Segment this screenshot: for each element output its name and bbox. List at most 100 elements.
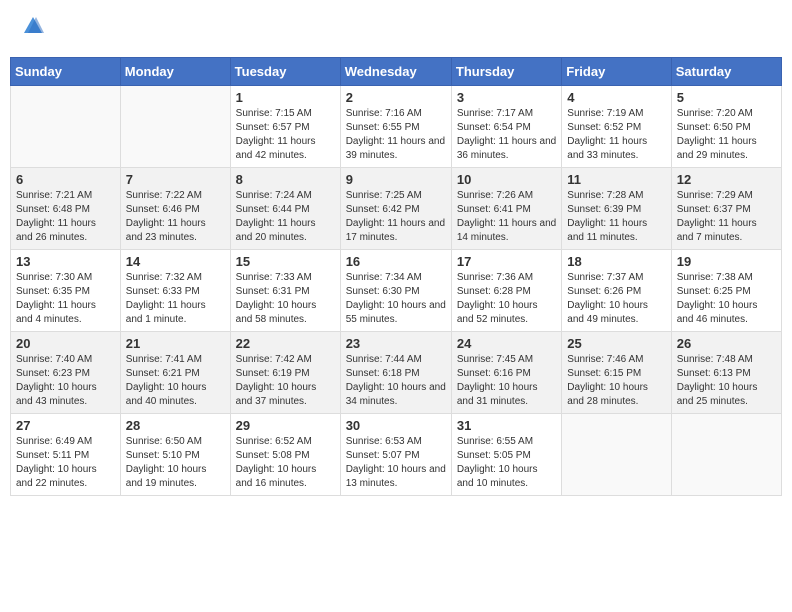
logo xyxy=(20,15,44,42)
day-number: 23 xyxy=(346,336,446,351)
calendar-cell: 2 Sunrise: 7:16 AM Sunset: 6:55 PM Daylig… xyxy=(340,86,451,168)
calendar-cell: 24 Sunrise: 7:45 AM Sunset: 6:16 PM Dayli… xyxy=(451,332,561,414)
calendar-week-row: 27 Sunrise: 6:49 AM Sunset: 5:11 PM Dayli… xyxy=(11,414,782,496)
calendar-cell: 13 Sunrise: 7:30 AM Sunset: 6:35 PM Dayli… xyxy=(11,250,121,332)
day-info: Sunrise: 6:52 AM Sunset: 5:08 PM Dayligh… xyxy=(236,435,335,491)
calendar-cell: 21 Sunrise: 7:41 AM Sunset: 6:21 PM Dayli… xyxy=(120,332,230,414)
column-header-sunday: Sunday xyxy=(11,58,121,86)
day-number: 1 xyxy=(236,90,335,105)
day-number: 19 xyxy=(677,254,776,269)
day-number: 3 xyxy=(457,90,556,105)
calendar-cell: 25Sunrise: 7:46 AM Sunset: 6:15 PM Dayli… xyxy=(562,332,671,414)
calendar-cell: 5 Sunrise: 7:20 AM Sunset: 6:50 PM Daylig… xyxy=(671,86,781,168)
calendar-cell: 23Sunrise: 7:44 AM Sunset: 6:18 PM Dayli… xyxy=(340,332,451,414)
day-info: Sunrise: 7:33 AM Sunset: 6:31 PM Dayligh… xyxy=(236,271,335,327)
day-number: 31 xyxy=(457,418,556,433)
day-info: Sunrise: 7:17 AM Sunset: 6:54 PM Dayligh… xyxy=(457,107,556,163)
day-info: Sunrise: 7:38 AM Sunset: 6:25 PM Dayligh… xyxy=(677,271,776,327)
day-info: Sunrise: 7:20 AM Sunset: 6:50 PM Dayligh… xyxy=(677,107,776,163)
day-info: Sunrise: 7:19 AM Sunset: 6:52 PM Dayligh… xyxy=(567,107,665,163)
day-info: Sunrise: 7:22 AM Sunset: 6:46 PM Dayligh… xyxy=(126,189,225,245)
day-info: Sunrise: 7:29 AM Sunset: 6:37 PM Dayligh… xyxy=(677,189,776,245)
day-info: Sunrise: 7:15 AM Sunset: 6:57 PM Dayligh… xyxy=(236,107,335,163)
day-info: Sunrise: 7:24 AM Sunset: 6:44 PM Dayligh… xyxy=(236,189,335,245)
calendar-cell: 22 Sunrise: 7:42 AM Sunset: 6:19 PM Dayli… xyxy=(230,332,340,414)
calendar-cell: 10 Sunrise: 7:26 AM Sunset: 6:41 PM Dayli… xyxy=(451,168,561,250)
day-number: 11 xyxy=(567,172,665,187)
calendar-cell: 31 Sunrise: 6:55 AM Sunset: 5:05 PM Dayli… xyxy=(451,414,561,496)
day-number: 13 xyxy=(16,254,115,269)
calendar-cell: 11 Sunrise: 7:28 AM Sunset: 6:39 PM Dayli… xyxy=(562,168,671,250)
day-info: Sunrise: 7:45 AM Sunset: 6:16 PM Dayligh… xyxy=(457,353,556,409)
logo-icon xyxy=(22,15,44,37)
calendar-cell: 28 Sunrise: 6:50 AM Sunset: 5:10 PM Dayli… xyxy=(120,414,230,496)
day-info: Sunrise: 7:26 AM Sunset: 6:41 PM Dayligh… xyxy=(457,189,556,245)
day-number: 20 xyxy=(16,336,115,351)
day-number: 2 xyxy=(346,90,446,105)
day-number: 10 xyxy=(457,172,556,187)
calendar-cell xyxy=(671,414,781,496)
calendar-cell: 4 Sunrise: 7:19 AM Sunset: 6:52 PM Daylig… xyxy=(562,86,671,168)
day-info: Sunrise: 6:53 AM Sunset: 5:07 PM Dayligh… xyxy=(346,435,446,491)
day-number: 9 xyxy=(346,172,446,187)
day-number: 27 xyxy=(16,418,115,433)
day-number: 28 xyxy=(126,418,225,433)
calendar-cell: 20 Sunrise: 7:40 AM Sunset: 6:23 PM Dayli… xyxy=(11,332,121,414)
day-number: 14 xyxy=(126,254,225,269)
calendar-cell: 19 Sunrise: 7:38 AM Sunset: 6:25 PM Dayli… xyxy=(671,250,781,332)
day-number: 30 xyxy=(346,418,446,433)
calendar-cell: 17 Sunrise: 7:36 AM Sunset: 6:28 PM Dayli… xyxy=(451,250,561,332)
day-info: Sunrise: 7:46 AM Sunset: 6:15 PM Dayligh… xyxy=(567,353,665,409)
day-number: 21 xyxy=(126,336,225,351)
calendar-cell: 27 Sunrise: 6:49 AM Sunset: 5:11 PM Dayli… xyxy=(11,414,121,496)
calendar-cell: 26 Sunrise: 7:48 AM Sunset: 6:13 PM Dayli… xyxy=(671,332,781,414)
column-header-tuesday: Tuesday xyxy=(230,58,340,86)
calendar-cell: 18 Sunrise: 7:37 AM Sunset: 6:26 PM Dayli… xyxy=(562,250,671,332)
day-info: Sunrise: 6:55 AM Sunset: 5:05 PM Dayligh… xyxy=(457,435,556,491)
day-number: 24 xyxy=(457,336,556,351)
calendar-table: SundayMondayTuesdayWednesdayThursdayFrid… xyxy=(10,57,782,496)
column-header-thursday: Thursday xyxy=(451,58,561,86)
calendar-cell: 29 Sunrise: 6:52 AM Sunset: 5:08 PM Dayli… xyxy=(230,414,340,496)
day-number: 6 xyxy=(16,172,115,187)
day-info: Sunrise: 7:32 AM Sunset: 6:33 PM Dayligh… xyxy=(126,271,225,327)
day-info: Sunrise: 6:49 AM Sunset: 5:11 PM Dayligh… xyxy=(16,435,115,491)
day-info: Sunrise: 7:16 AM Sunset: 6:55 PM Dayligh… xyxy=(346,107,446,163)
day-number: 15 xyxy=(236,254,335,269)
day-number: 16 xyxy=(346,254,446,269)
calendar-cell xyxy=(562,414,671,496)
day-info: Sunrise: 7:28 AM Sunset: 6:39 PM Dayligh… xyxy=(567,189,665,245)
day-number: 5 xyxy=(677,90,776,105)
column-header-saturday: Saturday xyxy=(671,58,781,86)
calendar-week-row: 1 Sunrise: 7:15 AM Sunset: 6:57 PM Daylig… xyxy=(11,86,782,168)
day-number: 26 xyxy=(677,336,776,351)
day-number: 12 xyxy=(677,172,776,187)
calendar-cell: 7Sunrise: 7:22 AM Sunset: 6:46 PM Daylig… xyxy=(120,168,230,250)
day-info: Sunrise: 7:48 AM Sunset: 6:13 PM Dayligh… xyxy=(677,353,776,409)
calendar-cell: 14 Sunrise: 7:32 AM Sunset: 6:33 PM Dayli… xyxy=(120,250,230,332)
calendar-cell: 16 Sunrise: 7:34 AM Sunset: 6:30 PM Dayli… xyxy=(340,250,451,332)
day-info: Sunrise: 6:50 AM Sunset: 5:10 PM Dayligh… xyxy=(126,435,225,491)
day-info: Sunrise: 7:42 AM Sunset: 6:19 PM Dayligh… xyxy=(236,353,335,409)
page-header xyxy=(10,10,782,47)
calendar-week-row: 6Sunrise: 7:21 AM Sunset: 6:48 PM Daylig… xyxy=(11,168,782,250)
calendar-week-row: 20 Sunrise: 7:40 AM Sunset: 6:23 PM Dayli… xyxy=(11,332,782,414)
day-info: Sunrise: 7:37 AM Sunset: 6:26 PM Dayligh… xyxy=(567,271,665,327)
day-info: Sunrise: 7:25 AM Sunset: 6:42 PM Dayligh… xyxy=(346,189,446,245)
column-header-friday: Friday xyxy=(562,58,671,86)
day-number: 22 xyxy=(236,336,335,351)
calendar-cell xyxy=(11,86,121,168)
day-number: 18 xyxy=(567,254,665,269)
day-number: 4 xyxy=(567,90,665,105)
day-info: Sunrise: 7:30 AM Sunset: 6:35 PM Dayligh… xyxy=(16,271,115,327)
day-number: 29 xyxy=(236,418,335,433)
day-info: Sunrise: 7:40 AM Sunset: 6:23 PM Dayligh… xyxy=(16,353,115,409)
day-info: Sunrise: 7:36 AM Sunset: 6:28 PM Dayligh… xyxy=(457,271,556,327)
day-info: Sunrise: 7:34 AM Sunset: 6:30 PM Dayligh… xyxy=(346,271,446,327)
day-number: 17 xyxy=(457,254,556,269)
calendar-week-row: 13 Sunrise: 7:30 AM Sunset: 6:35 PM Dayli… xyxy=(11,250,782,332)
day-info: Sunrise: 7:41 AM Sunset: 6:21 PM Dayligh… xyxy=(126,353,225,409)
calendar-cell: 12 Sunrise: 7:29 AM Sunset: 6:37 PM Dayli… xyxy=(671,168,781,250)
column-header-monday: Monday xyxy=(120,58,230,86)
calendar-cell: 9 Sunrise: 7:25 AM Sunset: 6:42 PM Daylig… xyxy=(340,168,451,250)
